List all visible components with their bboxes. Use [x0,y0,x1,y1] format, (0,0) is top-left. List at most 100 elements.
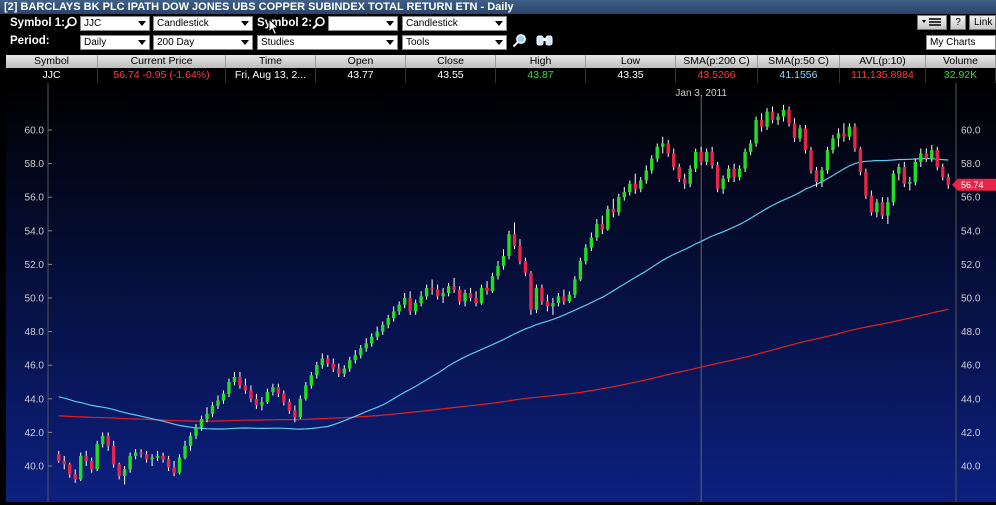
candle-down [57,454,61,461]
chart-type2-select[interactable]: Candlestick [402,16,507,31]
candle-down [68,464,72,475]
candle-down [864,172,868,196]
range-value: 200 Day [157,37,195,48]
candle-up [661,143,665,147]
candle-down [611,208,616,213]
chart-menu-button[interactable] [917,15,947,30]
quote-current-price: 56.74 -0.95 (-1.64%) [98,68,226,83]
chart-toolbar: Symbol 1: JJC Candlestick Symbol 2: Cand… [0,14,996,54]
candle-down [249,390,253,399]
quote-sma200: 43.5266 [676,68,758,83]
candle-down [282,393,286,403]
candle-down [941,166,945,178]
candle-down [331,363,335,369]
header-high: High [496,55,586,68]
candle-up [260,402,264,406]
quote-low: 43.35 [586,68,676,83]
header-low: Low [586,55,676,68]
help-button[interactable]: ? [950,15,966,30]
candle-down [106,435,110,446]
candle-up [650,158,654,171]
candle-up [507,234,511,256]
candle-up [216,400,220,406]
y-tick-label-left: 60.0 [25,126,45,137]
candle-up [617,197,621,213]
zoom-icon[interactable] [512,33,527,51]
candle-up [606,208,610,230]
candle-down [935,150,939,167]
candle-up [424,287,429,297]
candle-down [172,467,176,473]
symbol2-input[interactable] [328,16,398,31]
candle-up [748,143,753,152]
candle-up [704,151,709,162]
studies-select[interactable]: Studies [257,35,398,50]
chart-type1-select[interactable]: Candlestick [153,16,253,31]
period-select[interactable]: Daily [80,35,150,50]
chart-canvas[interactable]: Jan 3, 2011 60.0 58.0 56.0 54.0 52.0 50.0 48.0… [6,83,996,502]
header-sma200: SMA(p:200 C) [676,55,758,68]
candle-down [633,183,637,189]
link-button[interactable]: Link [969,15,996,30]
candle-up [737,168,742,178]
candle-down [89,460,94,470]
candle-up [304,385,308,399]
candle-up [183,445,187,458]
candle-down [144,454,149,460]
my-charts-select[interactable]: My Charts [926,35,996,50]
symbol1-input[interactable]: JJC [80,16,150,31]
candle-up [386,318,390,325]
y-tick-label-left: 56.0 [25,193,45,204]
candle-down [787,109,791,124]
last-price-tag: 56.74 [952,178,996,191]
tools-select[interactable]: Tools [402,35,507,50]
candle-down [243,385,248,391]
candle-up [798,128,802,139]
candle-up [375,331,379,337]
y-tick-label-right: 50.0 [961,294,981,305]
candle-down [666,143,670,154]
candle-up [897,166,901,174]
range-select[interactable]: 200 Day [153,35,253,50]
candle-up [913,161,918,183]
chevron-down-icon [495,40,503,45]
candle-up [309,375,314,386]
binoculars-icon[interactable] [535,32,555,51]
quote-close: 43.55 [406,68,496,83]
y-tick-label-left: 52.0 [25,260,45,271]
chevron-down-icon [241,40,249,45]
search-icon[interactable] [64,16,78,33]
candle-up [227,382,231,394]
candle-up [320,358,325,366]
quote-row: JJC 56.74 -0.95 (-1.64%) Fri, Aug 13, 2.… [6,68,996,83]
symbol2-label: Symbol 2: [257,17,312,29]
candle-up [232,376,237,382]
candle-down [540,287,544,302]
candle-down [545,301,550,307]
candle-down [408,298,412,312]
candle-down [161,455,165,460]
candle-up [128,455,132,470]
y-tick-label-right: 42.0 [961,428,981,439]
candle-up [391,311,396,319]
candle-up [886,202,890,216]
candle-up [100,435,105,445]
search-icon[interactable] [312,16,326,33]
price-chart[interactable]: Jan 3, 2011 60.0 58.0 56.0 54.0 52.0 50.0 48.0… [6,83,996,502]
candle-down [238,376,242,386]
symbol1-value: JJC [84,18,102,29]
candle-down [435,289,440,297]
candle-up [743,151,747,169]
candle-down [682,178,687,184]
chart-type2-value: Candlestick [406,18,458,29]
y-tick-label-left: 42.0 [25,428,45,439]
candle-up [402,298,407,305]
candle-up [578,261,583,280]
candle-up [413,303,418,312]
candle-up [584,247,588,262]
candle-down [699,151,703,162]
y-tick-label-right: 44.0 [961,394,981,405]
candle-down [457,289,462,302]
y-tick-label-left: 54.0 [25,226,45,237]
candle-down [880,202,885,216]
